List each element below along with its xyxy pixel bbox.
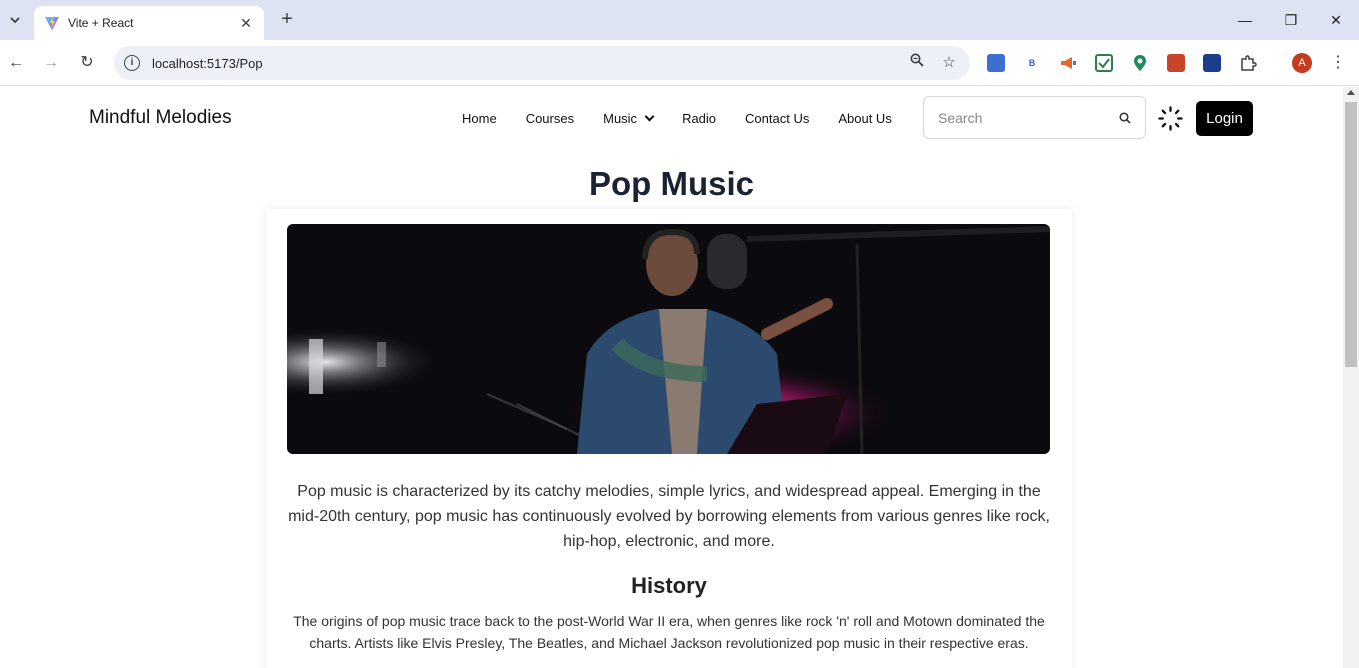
bookmark-star-icon[interactable]: ☆ xyxy=(938,52,960,74)
nav-radio-label: Radio xyxy=(682,111,717,126)
url-text[interactable]: localhost:5173/Pop xyxy=(152,56,906,71)
extension-b-icon[interactable]: B xyxy=(1023,54,1041,72)
back-icon[interactable]: ← xyxy=(4,51,28,75)
search-icon[interactable] xyxy=(1119,111,1131,124)
tab-strip: Vite + React ✕ + — ❐ ✕ xyxy=(0,0,1359,40)
nav-contact-label: Contact Us xyxy=(745,111,810,126)
main-menu: Home Courses Music Radio Contact Us Abou… xyxy=(462,111,921,126)
site-info-icon[interactable]: i xyxy=(124,55,140,71)
intro-paragraph: Pop music is characterized by its catchy… xyxy=(288,483,1050,550)
active-tab[interactable]: Vite + React ✕ xyxy=(34,6,264,40)
web-page: Mindful Melodies Home Courses Music Radi… xyxy=(0,87,1343,668)
search-box xyxy=(923,96,1146,139)
nav-radio[interactable]: Radio xyxy=(682,111,716,126)
forward-icon[interactable]: → xyxy=(39,51,63,75)
site-brand[interactable]: Mindful Melodies xyxy=(89,107,232,129)
login-button[interactable]: Login xyxy=(1196,101,1253,136)
nav-music-label: Music xyxy=(603,111,638,126)
content-card: Pop music is characterized by its catchy… xyxy=(266,209,1072,668)
nav-contact-us[interactable]: Contact Us xyxy=(745,111,809,126)
page-title: Pop Music xyxy=(588,165,755,202)
vite-favicon-icon xyxy=(45,16,59,30)
scroll-up-arrow-icon[interactable] xyxy=(1347,90,1355,95)
profile-avatar[interactable]: A xyxy=(1292,53,1312,73)
window-close-icon[interactable]: ✕ xyxy=(1321,8,1351,32)
restore-icon[interactable]: ❐ xyxy=(1276,8,1306,32)
nav-about-us[interactable]: About Us xyxy=(838,111,891,126)
extension-check-icon[interactable] xyxy=(1095,54,1113,72)
nav-home[interactable]: Home xyxy=(462,111,497,126)
address-bar[interactable]: i localhost:5173/Pop ☆ xyxy=(114,46,970,80)
reload-icon[interactable]: ↻ xyxy=(75,51,99,75)
browser-toolbar: ← → ↻ i localhost:5173/Pop ☆ B A ⋮ xyxy=(0,40,1359,86)
history-heading: History xyxy=(631,573,707,598)
nav-courses-label: Courses xyxy=(525,111,575,126)
extension-blue-icon[interactable] xyxy=(1203,54,1221,72)
tab-title: Vite + React xyxy=(68,16,134,30)
zoom-icon[interactable] xyxy=(906,52,928,74)
nav-music-dropdown[interactable]: Music xyxy=(603,111,655,126)
close-tab-icon[interactable]: ✕ xyxy=(238,15,254,32)
chevron-down-icon xyxy=(644,111,655,122)
loading-spinner-icon xyxy=(1158,106,1183,131)
nav-about-label: About Us xyxy=(838,111,892,126)
minimize-icon[interactable]: — xyxy=(1230,8,1260,32)
site-navbar: Mindful Melodies Home Courses Music Radi… xyxy=(0,87,1343,149)
extensions-puzzle-icon[interactable] xyxy=(1239,54,1257,72)
extension-pin-icon[interactable] xyxy=(1131,54,1149,72)
history-paragraph: The origins of pop music trace back to t… xyxy=(293,613,1045,651)
extension-red-icon[interactable] xyxy=(1167,54,1185,72)
extension-megaphone-icon[interactable] xyxy=(1059,54,1077,72)
search-input[interactable] xyxy=(938,109,1119,126)
page-scrollbar[interactable] xyxy=(1343,87,1359,668)
hero-image xyxy=(287,224,1050,454)
browser-menu-icon[interactable]: ⋮ xyxy=(1330,51,1346,75)
tab-search-chevron-icon[interactable] xyxy=(4,7,26,33)
extension-chat-icon[interactable] xyxy=(987,54,1005,72)
nav-home-label: Home xyxy=(462,111,497,126)
scrollbar-thumb[interactable] xyxy=(1345,102,1357,367)
new-tab-icon[interactable]: + xyxy=(276,9,298,31)
nav-courses[interactable]: Courses xyxy=(526,111,574,126)
